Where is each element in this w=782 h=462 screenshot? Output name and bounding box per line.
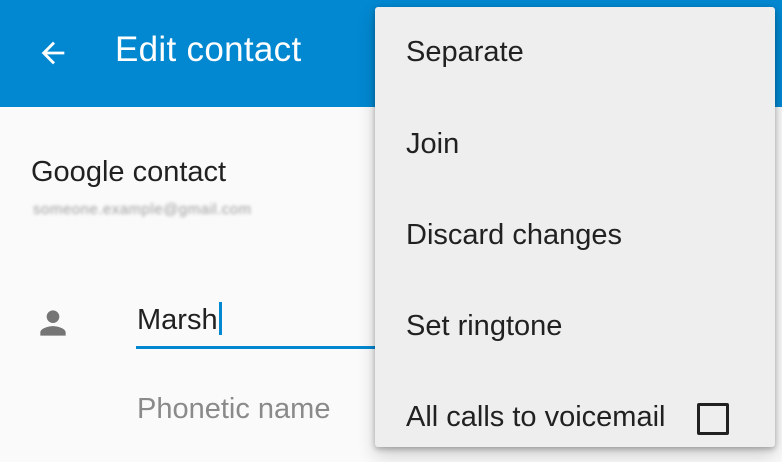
voicemail-checkbox[interactable] (697, 403, 729, 435)
account-type-label: Google contact (31, 156, 227, 188)
menu-item-label: Discard changes (406, 219, 622, 251)
menu-item-discard-changes[interactable]: Discard changes (375, 190, 775, 280)
name-field[interactable]: Marsh (136, 300, 396, 349)
menu-item-separate[interactable]: Separate (375, 7, 775, 97)
menu-item-label: Set ringtone (406, 310, 563, 342)
person-icon (40, 310, 66, 336)
menu-item-label: Join (406, 128, 460, 160)
menu-item-join[interactable]: Join (375, 99, 775, 189)
overflow-menu: Separate Join Discard changes Set ringto… (375, 7, 775, 447)
phonetic-name-field[interactable]: Phonetic name (137, 393, 330, 426)
back-button[interactable] (22, 22, 84, 84)
menu-item-label: Separate (406, 36, 524, 68)
name-field-value: Marsh (137, 302, 222, 337)
menu-item-label: All calls to voicemail (406, 401, 666, 433)
account-email: someone.example@gmail.com (33, 201, 252, 218)
text-cursor (218, 302, 222, 335)
arrow-back-icon (41, 41, 65, 65)
menu-item-set-ringtone[interactable]: Set ringtone (375, 281, 775, 371)
menu-item-all-calls-to-voicemail[interactable]: All calls to voicemail (375, 372, 775, 462)
page-title: Edit contact (115, 30, 302, 69)
